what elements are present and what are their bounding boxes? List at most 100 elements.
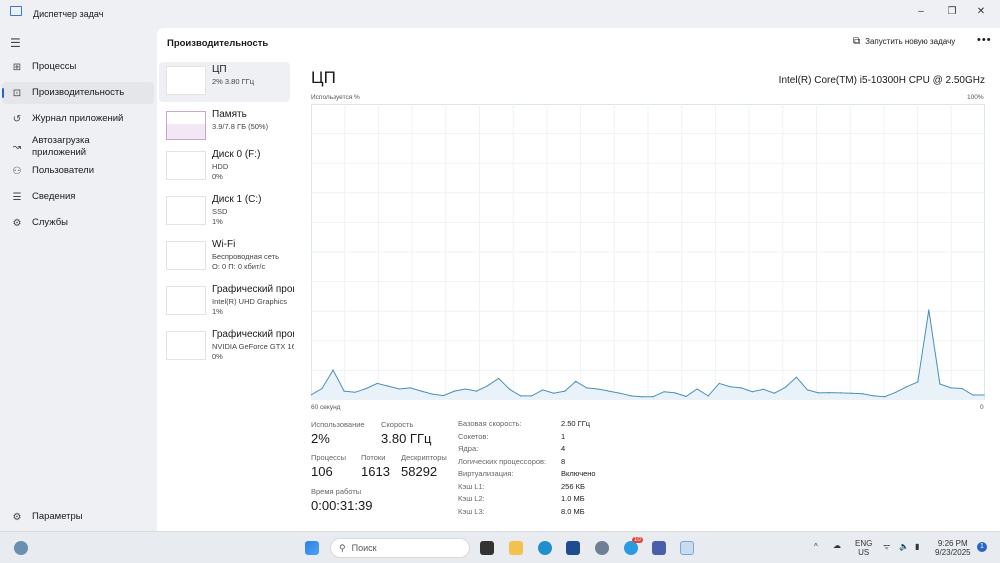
data-point [486,385,489,387]
data-point [839,392,842,394]
sidebar: ☰ ⊞ Процессы ⊡ Производительность ↺ Журнал пр… [0,28,157,531]
tile-value: 1% [212,217,223,226]
data-point [387,385,389,387]
data-point [663,391,665,393]
perf-tile[interactable]: Wi-Fi Беспроводная сеть О: 0 П: 0 кбит/с [159,237,290,277]
tile-subtitle: HDD [212,162,229,171]
maximize-button[interactable]: ❐ [939,3,965,21]
spec-label: Базовая скорость: [458,419,522,428]
processes-value: 106 [311,464,333,479]
edge-icon[interactable] [538,541,552,555]
cpu-heading: ЦП [311,68,336,87]
perf-tile[interactable]: Графический процессор 1 NVIDIA GeForce G… [159,327,294,367]
perf-tile[interactable]: Диск 0 (F:) HDD 0% [159,147,290,187]
file-explorer-icon[interactable] [509,541,523,555]
more-options-button[interactable]: ••• [977,34,992,46]
minimize-button[interactable]: – [908,3,934,21]
notification-badge[interactable]: 1 [977,542,987,552]
tile-thumbnail-graph [166,66,206,95]
remote-desktop-icon[interactable] [652,541,666,555]
clock[interactable]: 9:26 PM 9/23/2025 [935,539,971,557]
settings-app-icon[interactable] [595,541,609,555]
chevron-up-icon[interactable]: ^ [814,542,818,551]
data-point [464,388,467,390]
tile-value: 0% [212,352,223,361]
close-button[interactable]: ✕ [968,3,994,21]
processes-label: Процессы [311,453,347,462]
spec-value: 8.0 МБ [561,506,585,516]
sidebar-item-label: Автозагрузка приложений [32,135,90,158]
sidebar-item-performance[interactable]: ⊡ Производительность [2,82,154,104]
wifi-icon[interactable]: ᯤ [883,542,890,551]
tile-subtitle: SSD [212,207,228,216]
data-point [674,392,676,394]
data-point [884,396,886,398]
data-point [906,386,908,388]
start-button[interactable] [305,541,319,555]
sidebar-item-label: Производительность [32,87,125,98]
data-point [332,369,334,371]
data-point [806,389,809,391]
telegram-badge: 10 [632,537,643,543]
uptime-label: Время работы [311,487,362,496]
data-point [564,390,566,392]
usage-axis-label: Используется % [311,94,360,101]
data-point [630,395,632,397]
data-point [475,390,478,392]
sidebar-item-history[interactable]: ↺ Журнал приложений [2,108,154,130]
spec-value: 4 [561,444,566,453]
perf-tile[interactable]: Графический процессор 0 Intel(R) UHD Gra… [159,282,294,322]
tile-thumbnail-graph [166,151,206,180]
uptime-value: 0:00:31:39 [311,498,373,513]
sidebar-item-details[interactable]: ☰ Сведения [2,186,154,208]
data-point [972,394,974,396]
language-indicator[interactable]: ENG US [855,539,872,557]
volume-icon[interactable]: 🔈 [899,542,909,551]
data-point [508,388,511,390]
spec-value: 2.50 ГГц [561,419,591,428]
task-manager-taskbar-icon[interactable] [680,541,694,555]
data-point [354,391,356,393]
sidebar-item-startup[interactable]: ↝ Автозагрузка приложений [2,132,154,162]
perf-tile[interactable]: ЦП 2% 3.80 ГГц [159,62,290,102]
perf-tile[interactable]: Диск 1 (C:) SSD 1% [159,192,290,232]
sidebar-item-processes[interactable]: ⊞ Процессы [2,56,154,78]
data-point [784,386,787,388]
data-point [862,393,864,395]
run-new-task-button[interactable]: ⧉ Запустить новую задачу [853,36,955,47]
hamburger-menu-icon[interactable]: ☰ [10,36,21,50]
threads-value: 1613 [361,464,390,479]
handles-label: Дескрипторы [401,453,447,462]
data-point [751,391,753,393]
history-icon: ↺ [12,113,22,125]
sidebar-item-label: Журнал приложений [32,113,124,124]
cpu-model: Intel(R) Core(TM) i5-10300H CPU @ 2.50GH… [778,75,985,86]
sidebar-item-users[interactable]: ⚇ Пользователи [2,160,154,182]
onedrive-icon[interactable]: ☁ [833,541,841,550]
store-icon[interactable] [566,541,580,555]
search-icon: ⚲ [339,542,346,553]
search-input[interactable]: ⚲ Поиск [330,538,470,558]
data-point [696,388,698,390]
tile-subtitle: Intel(R) UHD Graphics [212,297,288,306]
data-point [497,377,500,379]
sidebar-item-settings[interactable]: ⚙ Параметры [2,506,154,528]
performance-icon: ⊡ [12,87,22,99]
sidebar-item-label: Параметры [32,511,83,522]
time: 9:26 PM [937,539,968,548]
data-point [950,387,952,389]
perf-tile[interactable]: Память 3.9/7.8 ГБ (50%) [159,107,290,147]
services-icon: ⚙ [12,217,22,229]
data-point [773,392,775,394]
window-title: Диспетчер задач [33,9,104,19]
battery-icon[interactable]: ▮ [915,542,919,551]
widgets-icon[interactable] [14,541,28,555]
sidebar-item-label: Службы [32,217,68,228]
sidebar-item-services[interactable]: ⚙ Службы [2,212,154,234]
telegram-icon[interactable] [624,541,638,555]
tile-name: Wi-Fi [212,239,236,250]
task-view-icon[interactable] [480,541,494,555]
spec-value: 8 [561,456,566,466]
tile-value: 1% [212,307,223,316]
cpu-usage-chart [311,104,985,400]
